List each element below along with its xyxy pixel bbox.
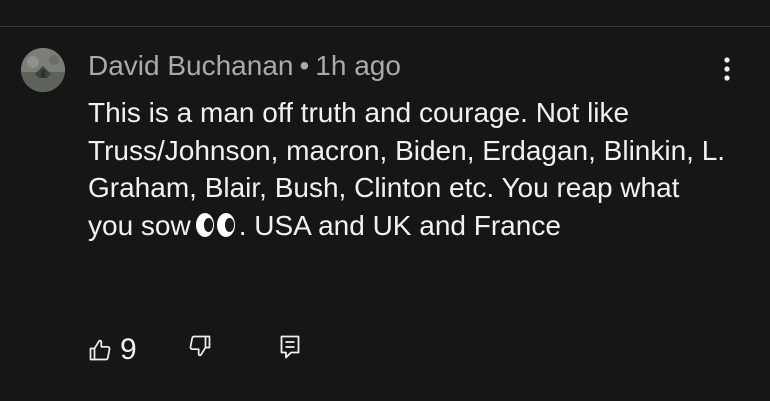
- top-divider: [0, 26, 770, 27]
- eyes-emoji: [195, 212, 237, 238]
- avatar[interactable]: [21, 48, 65, 92]
- reply-comment-icon: [280, 335, 300, 359]
- comment-author[interactable]: David Buchanan: [88, 50, 293, 81]
- comment-meta: David Buchanan • 1h ago: [88, 49, 401, 83]
- vertical-ellipsis-icon: [724, 57, 730, 81]
- comment-text: This is a man off truth and courage. Not…: [88, 94, 728, 244]
- avatar-image: [21, 48, 65, 92]
- comment-text-part-2: . USA and UK and France: [238, 209, 561, 241]
- comment-timestamp[interactable]: 1h ago: [315, 50, 401, 81]
- thumbs-down-icon: [189, 335, 211, 357]
- meta-separator: •: [299, 50, 310, 81]
- more-options-button[interactable]: [712, 52, 742, 86]
- thumbs-up-icon: [89, 339, 111, 361]
- dislike-button[interactable]: [188, 334, 212, 363]
- reply-button[interactable]: [278, 334, 302, 365]
- like-button[interactable]: 9: [88, 330, 137, 370]
- like-count: 9: [120, 333, 137, 366]
